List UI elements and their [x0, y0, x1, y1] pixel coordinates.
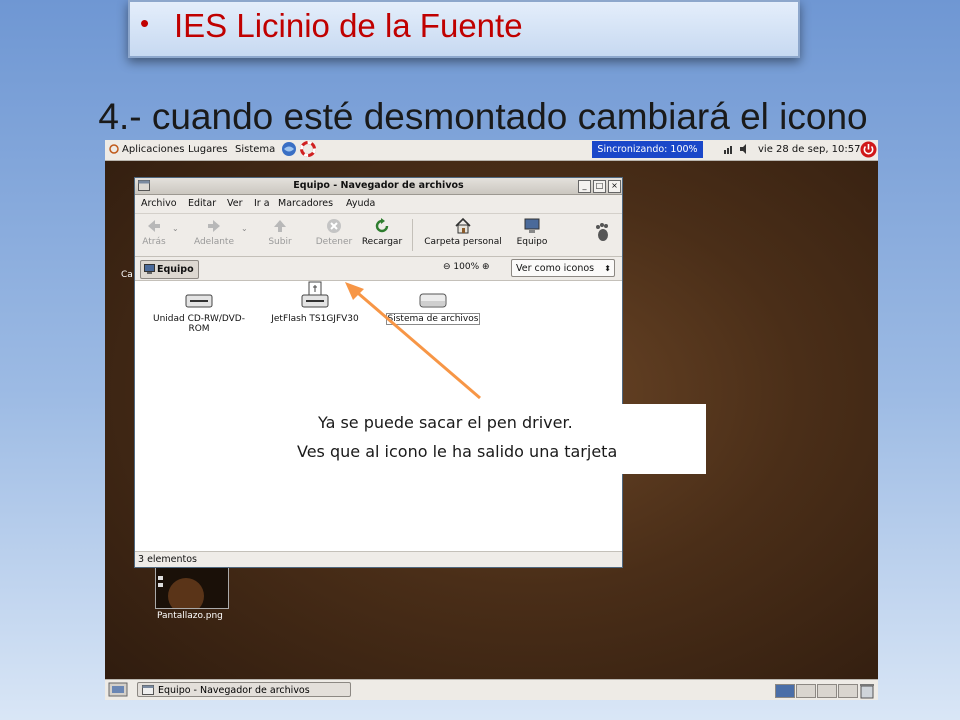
workspace-4[interactable]: [838, 684, 858, 698]
file-item-cdrom[interactable]: Unidad CD-RW/DVD- ROM: [145, 289, 253, 334]
computer-label: Equipo: [516, 237, 548, 247]
menu-ayuda[interactable]: Ayuda: [346, 198, 375, 209]
workspace-2[interactable]: [796, 684, 816, 698]
computer-button[interactable]: Equipo: [512, 217, 552, 247]
reload-button[interactable]: Recargar: [359, 217, 405, 247]
menu-ir-a[interactable]: Ir a: [254, 198, 270, 209]
window-title: Equipo - Navegador de archivos: [293, 180, 464, 191]
arrow-up-icon: [271, 217, 289, 235]
location-equipo-button[interactable]: Equipo: [140, 260, 199, 279]
toolbar-divider: [412, 219, 413, 251]
menu-aplicaciones[interactable]: Aplicaciones: [122, 144, 184, 155]
workspace-1[interactable]: [775, 684, 795, 698]
menu-archivo[interactable]: Archivo: [141, 198, 177, 209]
file-item-jetflash[interactable]: JetFlash TS1GJFV30: [263, 281, 367, 324]
callout-line-2: Ves que al icono le ha salido una tarjet…: [297, 442, 618, 461]
status-bar: 3 elementos: [135, 551, 622, 567]
file-item-cdrom-label-2: ROM: [188, 324, 210, 334]
trash-icon[interactable]: [859, 682, 875, 700]
explanation-callout: Ya se puede sacar el pen driver. Ves que…: [270, 404, 706, 474]
reload-label: Recargar: [361, 237, 403, 247]
power-icon[interactable]: [860, 141, 877, 161]
volume-icon[interactable]: [739, 143, 751, 158]
forward-button[interactable]: Adelante: [190, 217, 238, 247]
slide-subtitle: 4.- cuando esté desmontado cambiará el i…: [98, 96, 868, 137]
hard-drive-icon: [379, 289, 487, 314]
top-panel: Aplicaciones Lugares Sistema Sincronizan…: [105, 140, 878, 161]
ubuntu-logo-icon: [109, 144, 119, 157]
arrow-left-icon: [145, 217, 163, 235]
file-item-cdrom-label-1: Unidad CD-RW/DVD-: [153, 314, 245, 324]
sync-status-badge: Sincronizando: 100%: [592, 141, 703, 158]
select-arrows-icon: ⬍: [604, 264, 611, 273]
menu-marcadores[interactable]: Marcadores: [278, 198, 333, 209]
home-folder-button[interactable]: Carpeta personal: [419, 217, 507, 247]
forward-history-chevron-icon[interactable]: ⌄: [241, 224, 248, 233]
location-equipo-label: Equipo: [157, 264, 194, 275]
window-toolbar: Atrás ⌄ Adelante ⌄ Subir Detener Recarga…: [135, 214, 622, 257]
window-menubar: Archivo Editar Ver Ir a Marcadores Ayuda: [135, 195, 622, 214]
arrow-right-icon: [205, 217, 223, 235]
desktop-partial-label: Ca: [121, 270, 133, 280]
forward-label: Adelante: [193, 237, 235, 247]
maximize-icon[interactable]: □: [593, 180, 606, 193]
cdrom-drive-icon: [145, 289, 253, 314]
close-icon[interactable]: ×: [608, 180, 621, 193]
network-icon[interactable]: [723, 143, 735, 158]
window-titlebar[interactable]: Equipo - Navegador de archivos _ □ ×: [135, 178, 622, 195]
callout-line-1: Ya se puede sacar el pen driver.: [318, 413, 573, 432]
home-folder-label: Carpeta personal: [424, 237, 502, 247]
up-button[interactable]: Subir: [265, 217, 295, 247]
desktop-file-label: Pantallazo.png: [157, 611, 223, 621]
location-bar: Equipo ⊖ 100% ⊕ Ver como iconos ⬍: [135, 257, 622, 281]
menu-editar[interactable]: Editar: [188, 198, 216, 209]
computer-icon: [523, 217, 541, 235]
stop-button[interactable]: Detener: [311, 217, 357, 247]
show-desktop-icon[interactable]: [108, 682, 128, 700]
reload-icon: [373, 217, 391, 235]
zoom-level[interactable]: 100%: [453, 262, 479, 272]
screenshot-thumbnail[interactable]: [155, 565, 229, 614]
zoom-in-icon[interactable]: ⊕: [482, 262, 490, 272]
back-label: Atrás: [142, 237, 166, 247]
taskbar-window-label: Equipo - Navegador de archivos: [158, 685, 310, 696]
file-item-filesystem[interactable]: Sistema de archivos: [379, 289, 487, 325]
slide-header: • IES Licinio de la Fuente: [128, 0, 800, 58]
web-browser-icon[interactable]: [281, 141, 297, 160]
usb-drive-unmounted-icon: [263, 281, 367, 314]
window-small-icon: [142, 685, 154, 700]
file-manager-window: Equipo - Navegador de archivos _ □ × Arc…: [134, 177, 623, 568]
view-mode-value: Ver como iconos: [516, 263, 595, 274]
clock[interactable]: vie 28 de sep, 10:57: [758, 144, 861, 155]
header-bullet: •: [140, 8, 150, 38]
stop-icon: [325, 217, 343, 235]
taskbar-window-button[interactable]: Equipo - Navegador de archivos: [137, 682, 351, 697]
gnome-foot-icon: [593, 222, 611, 245]
back-history-chevron-icon[interactable]: ⌄: [172, 224, 179, 233]
zoom-out-icon[interactable]: ⊖: [443, 262, 451, 272]
workspace-3[interactable]: [817, 684, 837, 698]
help-lifebuoy-icon[interactable]: [300, 141, 316, 160]
file-item-jetflash-label: JetFlash TS1GJFV30: [271, 314, 359, 324]
bottom-panel: Equipo - Navegador de archivos: [105, 679, 878, 700]
minimize-icon[interactable]: _: [578, 180, 591, 193]
up-label: Subir: [268, 237, 292, 247]
file-item-filesystem-label: Sistema de archivos: [385, 313, 481, 325]
view-mode-select[interactable]: Ver como iconos ⬍: [511, 259, 615, 277]
back-button[interactable]: Atrás: [139, 217, 169, 247]
computer-small-icon: [144, 263, 155, 280]
stop-label: Detener: [315, 237, 353, 247]
menu-sistema[interactable]: Sistema: [235, 144, 275, 155]
menu-ver[interactable]: Ver: [227, 198, 243, 209]
home-icon: [454, 217, 472, 235]
menu-lugares[interactable]: Lugares: [188, 144, 227, 155]
header-title: IES Licinio de la Fuente: [174, 7, 523, 44]
zoom-control: ⊖ 100% ⊕: [443, 262, 490, 272]
